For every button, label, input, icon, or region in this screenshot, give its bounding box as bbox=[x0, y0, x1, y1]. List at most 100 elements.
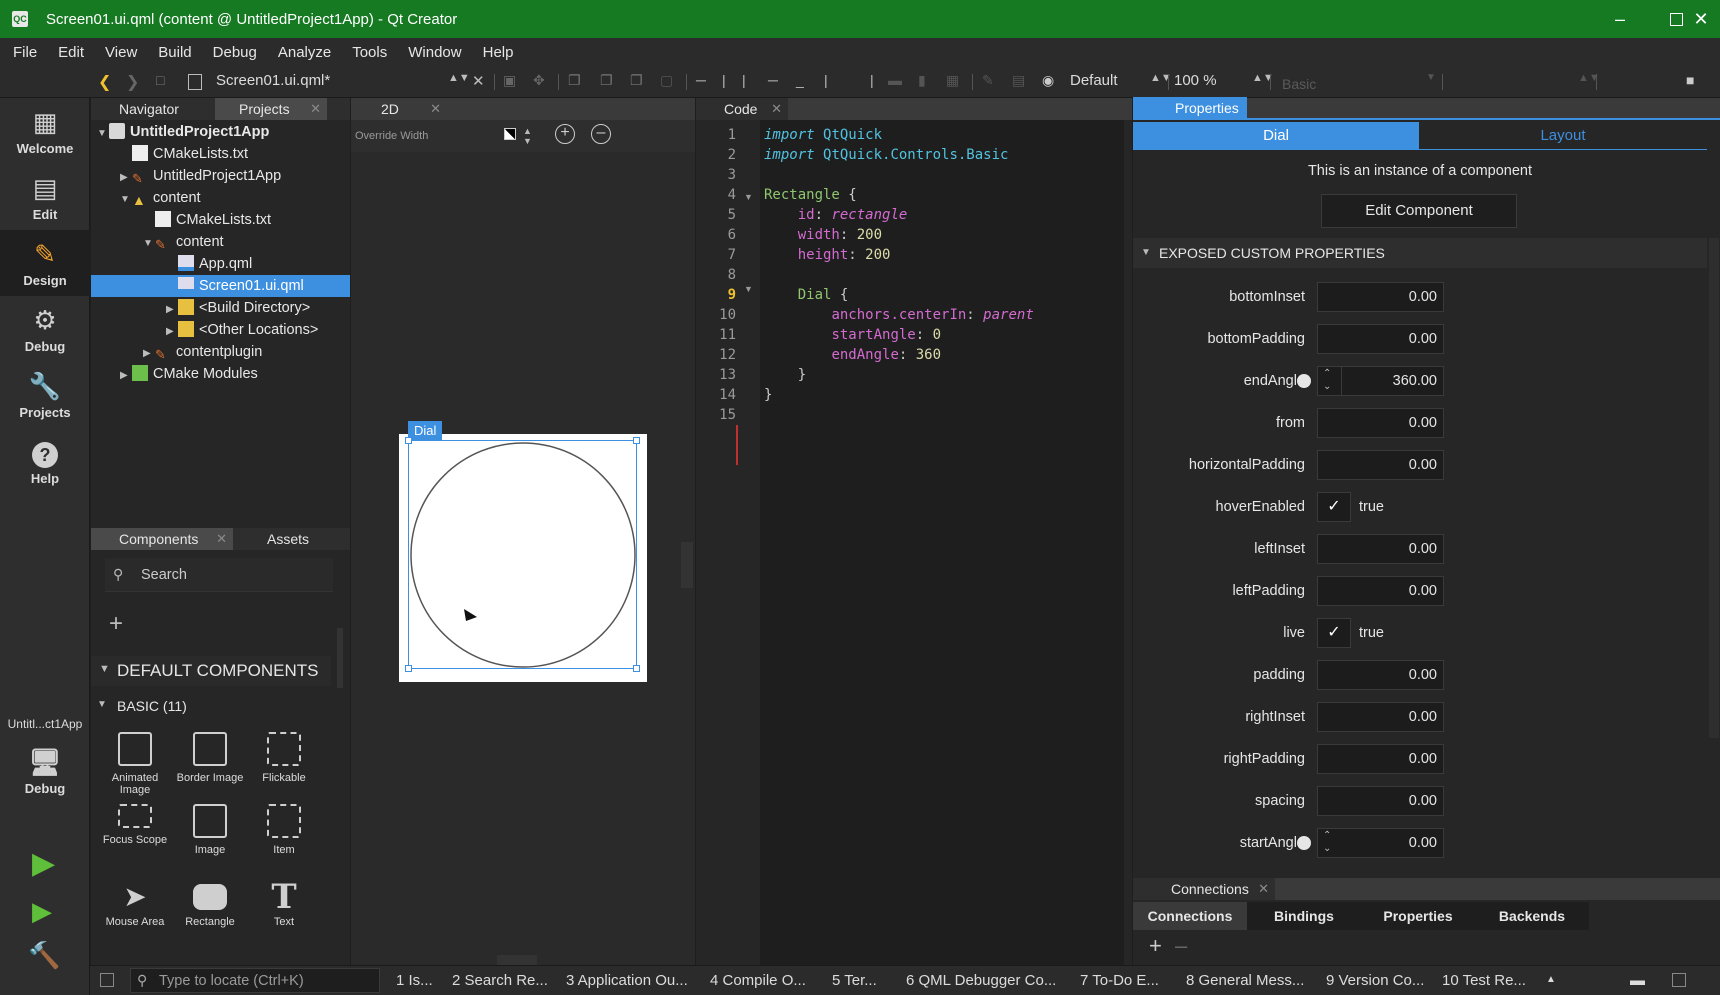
property-value-input[interactable]: 360.00 bbox=[1341, 367, 1443, 395]
row-layout-icon[interactable]: ▬ bbox=[888, 72, 902, 88]
pane-terminal[interactable]: 5 Ter... bbox=[832, 972, 877, 989]
tab-2d[interactable]: 2D ✕ bbox=[351, 98, 447, 120]
spin-arrows-icon[interactable]: ⌃ ⌄ bbox=[1323, 829, 1331, 855]
subtab-connections[interactable]: Connections bbox=[1133, 902, 1247, 930]
view-2d-vscrollbar[interactable] bbox=[681, 542, 693, 588]
property-value-input[interactable]: 0.00 bbox=[1317, 450, 1444, 480]
code-scrollbar[interactable] bbox=[1124, 120, 1132, 965]
pane-general-messages[interactable]: 8 General Mess... bbox=[1186, 972, 1304, 989]
run-icon[interactable]: ▶ bbox=[32, 846, 55, 881]
align-left-icon[interactable]: | bbox=[722, 72, 726, 88]
subtab-dial[interactable]: Dial bbox=[1133, 122, 1419, 150]
edit-annotation-icon[interactable]: ✎ bbox=[982, 72, 994, 89]
component-item[interactable]: Item bbox=[247, 804, 321, 856]
distribute-icon[interactable]: | bbox=[870, 72, 874, 88]
debug-run-icon[interactable]: ▶ bbox=[32, 896, 52, 927]
subtab-bindings[interactable]: Bindings bbox=[1247, 902, 1361, 930]
tab-connections-pane[interactable]: Connections ✕ bbox=[1133, 878, 1275, 900]
component-image[interactable]: Image bbox=[173, 804, 247, 856]
tree-item[interactable]: ▼ ✎ content bbox=[91, 231, 350, 253]
menu-debug[interactable]: Debug bbox=[205, 44, 265, 61]
pane-todo[interactable]: 7 To-Do E... bbox=[1080, 972, 1159, 989]
tab-properties[interactable]: Properties✕ bbox=[1133, 97, 1247, 137]
component-border-image[interactable]: Border Image bbox=[173, 732, 247, 784]
toggle-right-sidebar-icon[interactable] bbox=[1672, 973, 1686, 987]
property-value-input[interactable]: 0.00 bbox=[1317, 744, 1444, 774]
fold-icon[interactable]: ▼ bbox=[744, 192, 753, 202]
resize-handle[interactable] bbox=[633, 665, 640, 672]
view-2d-hscrollbar[interactable] bbox=[497, 955, 537, 965]
move-icon[interactable]: ✥ bbox=[533, 72, 545, 89]
tree-item[interactable]: ▶ ✎ contentplugin bbox=[91, 341, 350, 363]
component-text[interactable]: T Text bbox=[247, 878, 321, 928]
subtab-properties[interactable]: Properties bbox=[1361, 902, 1475, 930]
mode-design[interactable]: ✎ Design bbox=[0, 230, 90, 296]
tree-item[interactable]: ▶ <Other Locations> bbox=[91, 319, 350, 341]
fold-icon[interactable]: ▼ bbox=[744, 284, 753, 294]
menu-view[interactable]: View bbox=[97, 44, 145, 61]
section-exposed-properties[interactable]: ▼ EXPOSED CUSTOM PROPERTIES bbox=[1133, 238, 1707, 268]
mode-welcome[interactable]: ▦ Welcome bbox=[0, 98, 90, 164]
menu-help[interactable]: Help bbox=[475, 44, 522, 61]
align-right-icon[interactable]: | bbox=[742, 72, 746, 88]
chat-icon[interactable]: ■ bbox=[1686, 72, 1694, 88]
tree-item[interactable]: CMakeLists.txt bbox=[91, 209, 350, 231]
dial-selection[interactable] bbox=[405, 437, 640, 672]
fit-icon[interactable]: ▣ bbox=[503, 72, 516, 89]
subtab-layout[interactable]: Layout bbox=[1419, 122, 1707, 150]
property-value-input[interactable]: 0.00 bbox=[1317, 702, 1444, 732]
background-dropdown-icon[interactable]: ▲ ▼ bbox=[523, 126, 532, 146]
component-focus-scope[interactable]: Focus Scope bbox=[98, 804, 172, 846]
forward-icon[interactable]: ❯ bbox=[126, 72, 139, 92]
minimize-button[interactable]: – bbox=[1592, 0, 1648, 38]
toggle-sidebar-icon[interactable] bbox=[100, 973, 114, 987]
property-value-input[interactable]: 0.00 bbox=[1317, 408, 1444, 438]
add-module-button[interactable]: + bbox=[109, 610, 123, 638]
component-mouse-area[interactable]: ➤ Mouse Area bbox=[98, 878, 172, 928]
edit-component-button[interactable]: Edit Component bbox=[1321, 194, 1517, 228]
property-value-input[interactable]: 0.00 bbox=[1317, 282, 1444, 312]
tree-item[interactable]: ▶ ✎ UntitledProject1App bbox=[91, 165, 350, 187]
tree-item[interactable]: ▼ UntitledProject1App bbox=[91, 121, 350, 143]
pane-test-results[interactable]: 10 Test Re... bbox=[1442, 972, 1526, 989]
search-input[interactable]: ⚲ Search bbox=[105, 558, 333, 592]
mode-projects[interactable]: 🔧 Projects bbox=[0, 362, 90, 428]
align-vcenter-icon[interactable]: | bbox=[824, 72, 828, 88]
property-value-input[interactable]: 0.00 bbox=[1341, 829, 1443, 857]
build-icon[interactable]: 🔨 bbox=[28, 940, 60, 971]
live-preview-icon[interactable]: ◉ bbox=[1042, 72, 1054, 89]
open-document-label[interactable]: Screen01.ui.qml* bbox=[216, 72, 330, 89]
kit-selector[interactable]: 🖥 Debug bbox=[0, 738, 90, 804]
component-flickable[interactable]: Flickable bbox=[247, 732, 321, 784]
close-document-icon[interactable]: ✕ bbox=[472, 72, 485, 90]
menu-build[interactable]: Build bbox=[150, 44, 199, 61]
tree-item[interactable]: Screen01.ui.qml bbox=[91, 275, 350, 297]
align-hcenter-icon[interactable]: ─ bbox=[768, 72, 778, 88]
theme-select[interactable]: Basic bbox=[1282, 76, 1316, 92]
locator-input[interactable]: ⚲ Type to locate (Ctrl+K) bbox=[130, 968, 380, 993]
tab-components[interactable]: Components ✕ bbox=[91, 528, 233, 550]
resize-handle[interactable] bbox=[405, 665, 412, 672]
subtab-backends[interactable]: Backends bbox=[1475, 902, 1589, 930]
override-width-input[interactable]: Override Width bbox=[355, 130, 428, 142]
property-value-input[interactable]: 0.00 bbox=[1317, 534, 1444, 564]
column-layout-icon[interactable]: ▮ bbox=[918, 72, 926, 89]
component-rectangle[interactable]: Rectangle bbox=[173, 878, 247, 928]
binding-gear-icon[interactable] bbox=[1297, 836, 1311, 850]
mode-debug[interactable]: ⚙ Debug bbox=[0, 296, 90, 362]
binding-gear-icon[interactable] bbox=[1297, 374, 1311, 388]
component-animated-image[interactable]: Animated Image bbox=[98, 732, 172, 796]
close-tab-icon[interactable]: ✕ bbox=[310, 98, 321, 120]
property-value-input[interactable]: 0.00 bbox=[1317, 660, 1444, 690]
resize-handle[interactable] bbox=[633, 437, 640, 444]
progress-icon[interactable]: ▬ bbox=[1630, 972, 1645, 989]
align-top-icon[interactable]: ─ bbox=[696, 72, 706, 88]
duplicate-icon[interactable]: ❐ bbox=[600, 72, 613, 89]
close-button[interactable]: ✕ bbox=[1682, 0, 1720, 38]
section-default-components[interactable]: ▼ DEFAULT COMPONENTS bbox=[91, 656, 331, 686]
zoom-select[interactable]: 100 % bbox=[1174, 72, 1217, 89]
copy-icon[interactable]: ❐ bbox=[568, 72, 581, 89]
group-basic[interactable]: ▼ BASIC (11) bbox=[91, 694, 331, 720]
style-select[interactable]: Default bbox=[1070, 72, 1118, 89]
menu-file[interactable]: File bbox=[5, 44, 45, 61]
